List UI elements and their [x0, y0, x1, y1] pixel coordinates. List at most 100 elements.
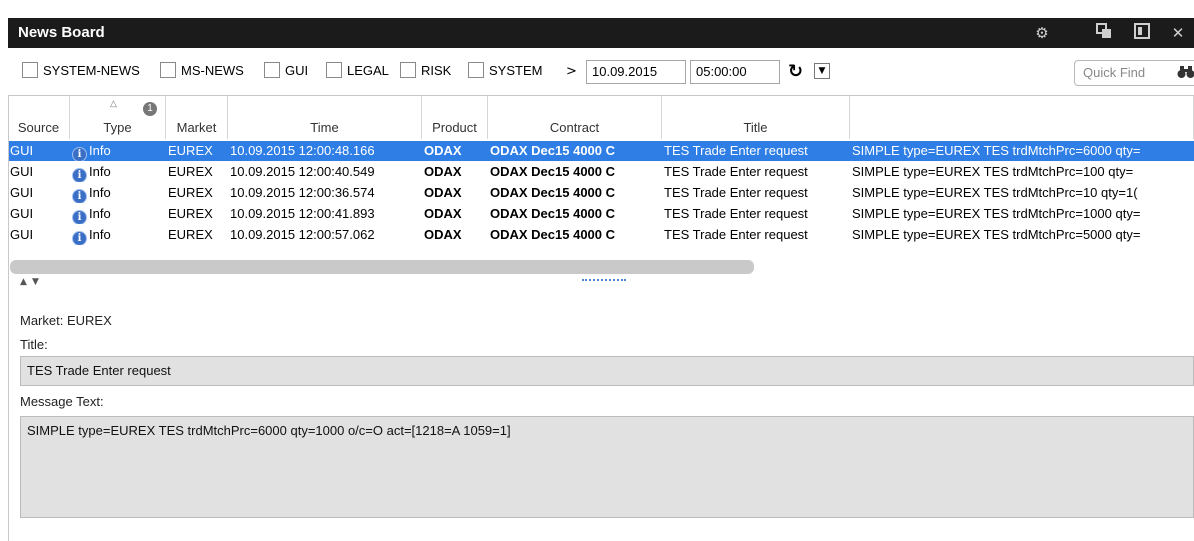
quick-find-input[interactable]: Quick Find: [1074, 60, 1194, 86]
cell-source: GUI: [10, 227, 34, 242]
cell-type: i Info: [72, 162, 164, 182]
filter-label: MS-NEWS: [181, 62, 244, 78]
sort-up-icon: △: [110, 98, 117, 108]
column-header-product[interactable]: Product: [422, 96, 488, 139]
message-value: SIMPLE type=EUREX TES trdMtchPrc=6000 qt…: [27, 423, 511, 438]
filter-system-news[interactable]: SYSTEM-NEWS: [22, 62, 140, 78]
filter-label: SYSTEM: [489, 62, 543, 78]
title-value-box: TES Trade Enter request: [20, 356, 1194, 386]
cell-time: 10.09.2015 12:00:41.893: [230, 206, 375, 221]
column-header-source[interactable]: Source: [8, 96, 70, 139]
filter-label: RISK: [421, 62, 452, 78]
detail-panel: Market: EUREX Title: TES Trade Enter req…: [8, 289, 1194, 541]
type-label: Info: [89, 206, 111, 221]
horizontal-scrollbar[interactable]: [10, 260, 754, 274]
window-restore-icon[interactable]: [1094, 23, 1114, 43]
drag-handle-icon[interactable]: [582, 279, 626, 283]
binoculars-icon[interactable]: [1177, 64, 1194, 88]
news-table: Source △ 1 Type Market Time Product Cont…: [8, 95, 1194, 264]
column-label: Market: [176, 120, 217, 135]
cell-market: EUREX: [168, 185, 213, 200]
cell-contract: ODAX Dec15 4000 C: [490, 143, 616, 158]
cell-time: 10.09.2015 12:00:48.166: [230, 143, 375, 158]
info-icon: i: [72, 210, 87, 224]
cell-source: GUI: [10, 164, 34, 179]
info-icon: i: [72, 189, 87, 203]
type-label: Info: [89, 143, 111, 158]
cell-message: SIMPLE type=EUREX TES trdMtchPrc=1000 qt…: [852, 206, 1141, 221]
table-row[interactable]: GUI i Info EUREX 10.09.2015 12:00:36.574 …: [8, 183, 1194, 203]
close-icon[interactable]: ✕: [1168, 23, 1188, 43]
filter-label: GUI: [285, 62, 309, 78]
message-text-box: SIMPLE type=EUREX TES trdMtchPrc=6000 qt…: [20, 416, 1194, 518]
cell-product: ODAX: [424, 164, 462, 179]
filter-legal[interactable]: LEGAL: [326, 62, 389, 78]
checkbox[interactable]: [468, 62, 484, 78]
cell-title: TES Trade Enter request: [664, 164, 808, 179]
info-icon: i: [72, 168, 87, 182]
column-label: Source: [17, 120, 60, 135]
window-title: News Board: [18, 24, 105, 41]
column-header-title[interactable]: Title: [662, 96, 850, 139]
cell-market: EUREX: [168, 206, 213, 221]
chevron-down-icon[interactable]: ▼: [814, 63, 830, 79]
message-label: Message Text:: [20, 394, 104, 409]
window-titlebar: News Board ⚙ ✕: [8, 18, 1194, 48]
column-header-time[interactable]: Time: [228, 96, 422, 139]
cell-time: 10.09.2015 12:00:57.062: [230, 227, 375, 242]
panel-splitter[interactable]: ▲ ▼: [8, 277, 1194, 289]
filter-label: LEGAL: [347, 62, 389, 78]
checkbox[interactable]: [326, 62, 342, 78]
title-label: Title:: [20, 337, 48, 352]
type-label: Info: [89, 227, 111, 242]
table-row[interactable]: GUI i Info EUREX 10.09.2015 12:00:41.893 …: [8, 204, 1194, 224]
refresh-icon[interactable]: ↻: [788, 61, 803, 82]
filter-ms-news[interactable]: MS-NEWS: [160, 62, 244, 78]
column-header-contract[interactable]: Contract: [488, 96, 662, 139]
title-value: TES Trade Enter request: [27, 363, 171, 378]
filter-risk[interactable]: RISK: [400, 62, 451, 78]
cell-product: ODAX: [424, 227, 462, 242]
sort-order-badge: 1: [143, 102, 157, 116]
column-label: Title: [743, 120, 768, 135]
table-row[interactable]: GUI i Info EUREX 10.09.2015 12:00:40.549 …: [8, 162, 1194, 182]
gear-icon[interactable]: ⚙: [1032, 23, 1052, 43]
column-header-type[interactable]: △ 1 Type: [70, 96, 166, 139]
table-row[interactable]: GUI i Info EUREX 10.09.2015 12:00:48.166 …: [8, 141, 1194, 161]
cell-product: ODAX: [424, 185, 462, 200]
cell-message: SIMPLE type=EUREX TES trdMtchPrc=6000 qt…: [852, 143, 1141, 158]
checkbox[interactable]: [264, 62, 280, 78]
cell-source: GUI: [10, 185, 34, 200]
filter-label: SYSTEM-NEWS: [43, 62, 140, 78]
cell-market: EUREX: [168, 164, 213, 179]
date-field[interactable]: 10.09.2015: [586, 60, 686, 84]
cell-message: SIMPLE type=EUREX TES trdMtchPrc=5000 qt…: [852, 227, 1141, 242]
filter-system[interactable]: SYSTEM: [468, 62, 542, 78]
column-label: Product: [432, 120, 477, 135]
cell-time: 10.09.2015 12:00:40.549: [230, 164, 375, 179]
column-header-market[interactable]: Market: [166, 96, 228, 139]
cell-time: 10.09.2015 12:00:36.574: [230, 185, 375, 200]
column-header-message[interactable]: [850, 96, 1194, 139]
collapse-up-icon[interactable]: ▲: [20, 277, 27, 287]
export-icon[interactable]: [1132, 23, 1152, 43]
info-icon: i: [72, 231, 87, 245]
collapse-down-icon[interactable]: ▼: [32, 277, 39, 287]
info-icon: i: [72, 147, 87, 161]
cell-title: TES Trade Enter request: [664, 227, 808, 242]
market-line: Market: EUREX: [20, 313, 112, 328]
cell-contract: ODAX Dec15 4000 C: [490, 206, 616, 221]
checkbox[interactable]: [400, 62, 416, 78]
checkbox[interactable]: [160, 62, 176, 78]
cell-message: SIMPLE type=EUREX TES trdMtchPrc=100 qty…: [852, 164, 1134, 179]
cell-title: TES Trade Enter request: [664, 185, 808, 200]
table-row[interactable]: GUI i Info EUREX 10.09.2015 12:00:57.062 …: [8, 225, 1194, 245]
cell-title: TES Trade Enter request: [664, 143, 808, 158]
after-symbol: >: [566, 64, 577, 79]
cell-type: i Info: [72, 204, 164, 224]
filter-gui[interactable]: GUI: [264, 62, 308, 78]
time-field[interactable]: 05:00:00: [690, 60, 780, 84]
type-label: Info: [89, 185, 111, 200]
checkbox[interactable]: [22, 62, 38, 78]
cell-type: i Info: [72, 225, 164, 245]
